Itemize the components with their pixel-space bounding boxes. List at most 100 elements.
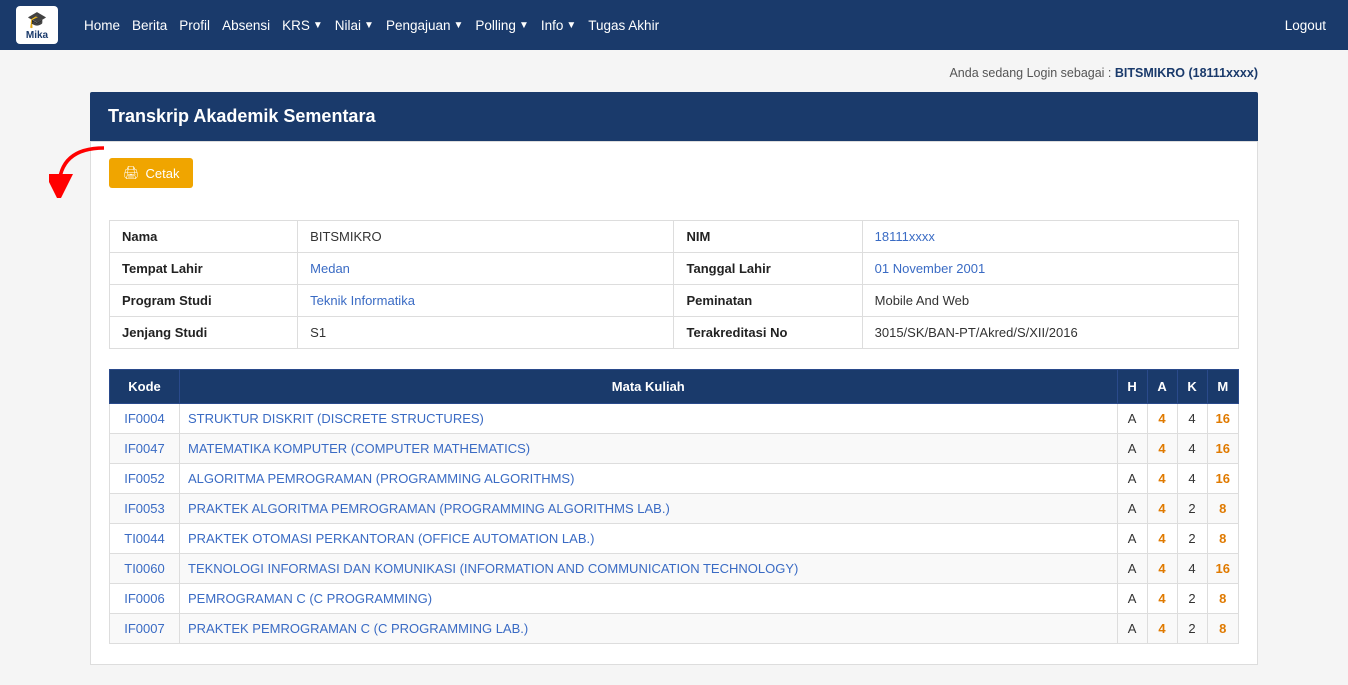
- cetak-button[interactable]: 🖨 Cetak: [109, 158, 193, 188]
- label-akreditasi: Terakreditasi No: [674, 317, 862, 349]
- grade-kode[interactable]: IF0047: [110, 434, 180, 464]
- main-nav: 🎓 Mika Home Berita Profil Absensi KRS ▼ …: [0, 0, 1348, 50]
- grade-a: 4: [1147, 464, 1177, 494]
- th-kode: Kode: [110, 370, 180, 404]
- grades-row: IF0053 PRAKTEK ALGORITMA PEMROGRAMAN (PR…: [110, 494, 1239, 524]
- grade-k: 4: [1177, 464, 1207, 494]
- printer-icon: 🖨: [123, 165, 140, 181]
- polling-dropdown-arrow: ▼: [519, 20, 529, 31]
- grade-kode[interactable]: IF0052: [110, 464, 180, 494]
- th-m: M: [1207, 370, 1238, 404]
- grade-h: A: [1117, 404, 1147, 434]
- grade-kode[interactable]: TI0044: [110, 524, 180, 554]
- grades-row: IF0052 ALGORITMA PEMROGRAMAN (PROGRAMMIN…: [110, 464, 1239, 494]
- grade-mata: STRUKTUR DISKRIT (DISCRETE STRUCTURES): [180, 404, 1118, 434]
- nav-logo[interactable]: 🎓 Mika: [16, 6, 58, 44]
- grade-m: 8: [1207, 584, 1238, 614]
- grade-m: 8: [1207, 524, 1238, 554]
- label-prodi: Program Studi: [110, 285, 298, 317]
- value-peminatan: Mobile And Web: [862, 285, 1238, 317]
- nav-home[interactable]: Home: [84, 18, 120, 33]
- info-row-nama: Nama BITSMIKRO NIM 18111xxxx: [110, 221, 1239, 253]
- grade-k: 2: [1177, 614, 1207, 644]
- nav-berita[interactable]: Berita: [132, 18, 167, 33]
- grade-mata: ALGORITMA PEMROGRAMAN (PROGRAMMING ALGOR…: [180, 464, 1118, 494]
- value-nama: BITSMIKRO: [298, 221, 674, 253]
- grade-m: 16: [1207, 404, 1238, 434]
- label-peminatan: Peminatan: [674, 285, 862, 317]
- nav-logout[interactable]: Logout: [1285, 18, 1326, 33]
- student-info-table: Nama BITSMIKRO NIM 18111xxxx Tempat Lahi…: [109, 220, 1239, 349]
- grade-mata: PRAKTEK ALGORITMA PEMROGRAMAN (PROGRAMMI…: [180, 494, 1118, 524]
- cetak-container: 🖨 Cetak: [109, 158, 193, 204]
- grade-a: 4: [1147, 494, 1177, 524]
- label-tanggal: Tanggal Lahir: [674, 253, 862, 285]
- grade-h: A: [1117, 524, 1147, 554]
- grade-h: A: [1117, 494, 1147, 524]
- grade-a: 4: [1147, 404, 1177, 434]
- grade-a: 4: [1147, 554, 1177, 584]
- label-tempat: Tempat Lahir: [110, 253, 298, 285]
- logo-icon: 🎓: [27, 10, 47, 30]
- grade-h: A: [1117, 464, 1147, 494]
- grade-k: 2: [1177, 584, 1207, 614]
- grade-k: 4: [1177, 404, 1207, 434]
- grades-row: IF0004 STRUKTUR DISKRIT (DISCRETE STRUCT…: [110, 404, 1239, 434]
- card: 🖨 Cetak Nama BITSMIKRO NIM 18111xxxx Tem…: [90, 141, 1258, 665]
- info-row-prodi: Program Studi Teknik Informatika Peminat…: [110, 285, 1239, 317]
- grades-row: IF0006 PEMROGRAMAN C (C PROGRAMMING) A 4…: [110, 584, 1239, 614]
- th-mata-kuliah: Mata Kuliah: [180, 370, 1118, 404]
- grade-mata: PEMROGRAMAN C (C PROGRAMMING): [180, 584, 1118, 614]
- value-nim[interactable]: 18111xxxx: [862, 221, 1238, 253]
- page-header: Transkrip Akademik Sementara: [90, 92, 1258, 141]
- main-content: Anda sedang Login sebagai : BITSMIKRO (1…: [74, 50, 1274, 685]
- grade-k: 2: [1177, 494, 1207, 524]
- grade-a: 4: [1147, 524, 1177, 554]
- info-row-jenjang: Jenjang Studi S1 Terakreditasi No 3015/S…: [110, 317, 1239, 349]
- value-prodi[interactable]: Teknik Informatika: [298, 285, 674, 317]
- grade-m: 8: [1207, 494, 1238, 524]
- grade-m: 16: [1207, 464, 1238, 494]
- value-akreditasi: 3015/SK/BAN-PT/Akred/S/XII/2016: [862, 317, 1238, 349]
- grade-mata: PRAKTEK OTOMASI PERKANTORAN (OFFICE AUTO…: [180, 524, 1118, 554]
- grade-kode[interactable]: TI0060: [110, 554, 180, 584]
- grade-kode[interactable]: IF0053: [110, 494, 180, 524]
- grade-h: A: [1117, 614, 1147, 644]
- cetak-label: Cetak: [146, 166, 180, 181]
- label-jenjang: Jenjang Studi: [110, 317, 298, 349]
- pengajuan-dropdown-arrow: ▼: [454, 20, 464, 31]
- nav-polling[interactable]: Polling ▼: [475, 18, 528, 33]
- nav-info[interactable]: Info ▼: [541, 18, 576, 33]
- grade-kode[interactable]: IF0007: [110, 614, 180, 644]
- krs-dropdown-arrow: ▼: [313, 20, 323, 31]
- login-user: BITSMIKRO (18111xxxx): [1115, 66, 1258, 80]
- grade-h: A: [1117, 434, 1147, 464]
- nav-krs[interactable]: KRS ▼: [282, 18, 323, 33]
- info-row-tempat: Tempat Lahir Medan Tanggal Lahir 01 Nove…: [110, 253, 1239, 285]
- th-a: A: [1147, 370, 1177, 404]
- grade-kode[interactable]: IF0006: [110, 584, 180, 614]
- label-nama: Nama: [110, 221, 298, 253]
- grade-mata: MATEMATIKA KOMPUTER (COMPUTER MATHEMATIC…: [180, 434, 1118, 464]
- page-title: Transkrip Akademik Sementara: [108, 106, 375, 126]
- nav-tugas-akhir[interactable]: Tugas Akhir: [588, 18, 659, 33]
- value-jenjang: S1: [298, 317, 674, 349]
- nav-pengajuan[interactable]: Pengajuan ▼: [386, 18, 463, 33]
- grades-row: IF0007 PRAKTEK PEMROGRAMAN C (C PROGRAMM…: [110, 614, 1239, 644]
- nilai-dropdown-arrow: ▼: [364, 20, 374, 31]
- logo-text: Mika: [26, 30, 48, 41]
- nav-absensi[interactable]: Absensi: [222, 18, 270, 33]
- grade-m: 16: [1207, 554, 1238, 584]
- grade-kode[interactable]: IF0004: [110, 404, 180, 434]
- info-dropdown-arrow: ▼: [566, 20, 576, 31]
- grade-mata: TEKNOLOGI INFORMASI DAN KOMUNIKASI (INFO…: [180, 554, 1118, 584]
- grade-h: A: [1117, 554, 1147, 584]
- red-arrow-indicator: [49, 143, 109, 201]
- nav-nilai[interactable]: Nilai ▼: [335, 18, 374, 33]
- grades-row: IF0047 MATEMATIKA KOMPUTER (COMPUTER MAT…: [110, 434, 1239, 464]
- login-status: Anda sedang Login sebagai : BITSMIKRO (1…: [90, 66, 1258, 80]
- grade-h: A: [1117, 584, 1147, 614]
- nav-profil[interactable]: Profil: [179, 18, 210, 33]
- value-tempat[interactable]: Medan: [298, 253, 674, 285]
- grades-row: TI0060 TEKNOLOGI INFORMASI DAN KOMUNIKAS…: [110, 554, 1239, 584]
